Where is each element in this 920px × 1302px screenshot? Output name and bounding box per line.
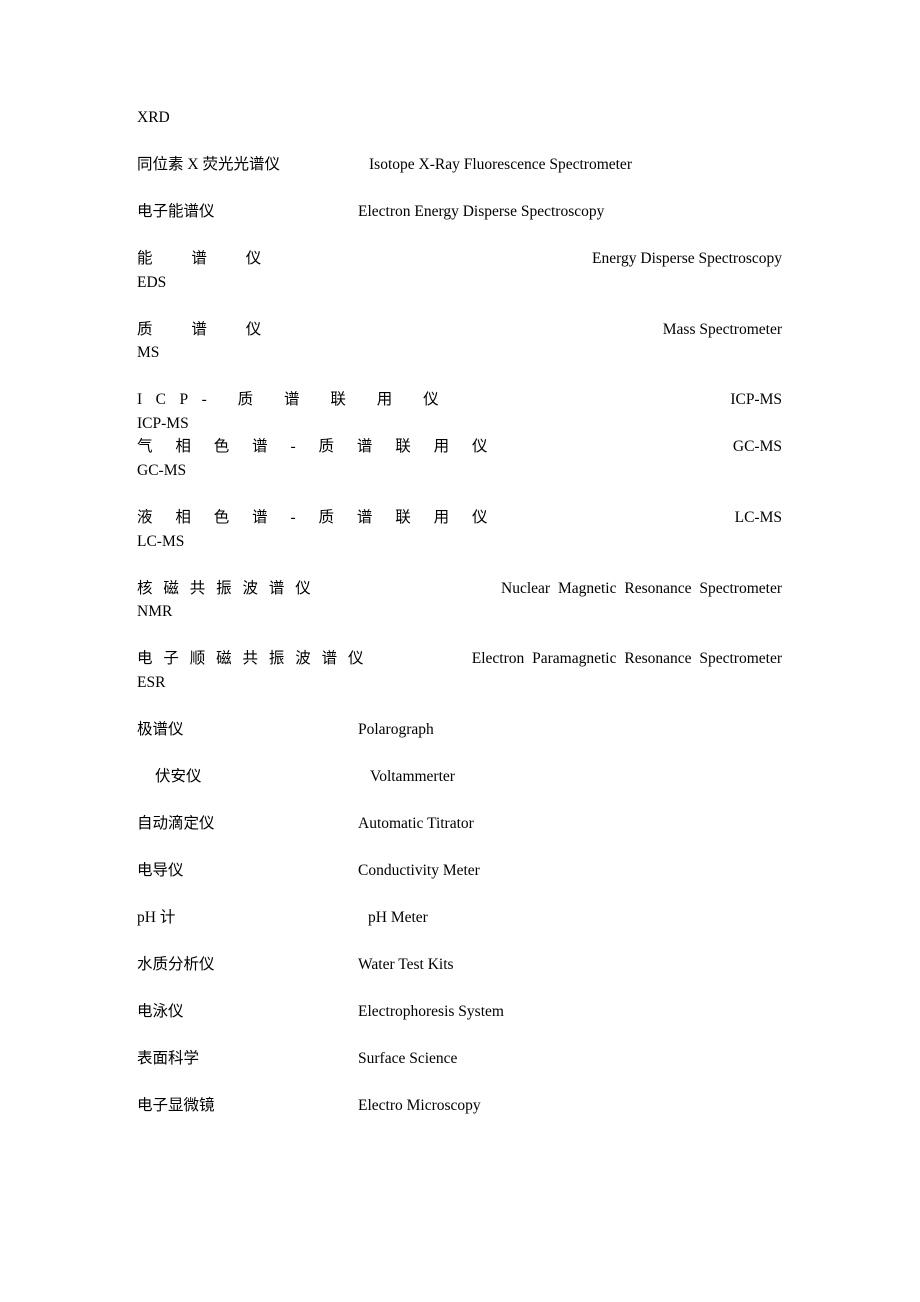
entry-esr: 电 子 顺 磁 共 振 波 谱 仪 Electron Paramagnetic …	[137, 647, 782, 694]
entry-xrf: 同位素 X 荧光光谱仪 Isotope X-Ray Fluorescence Sp…	[137, 153, 782, 177]
entry-conductivity: 电导仪 Conductivity Meter	[137, 859, 782, 883]
entry-titrator: 自动滴定仪 Automatic Titrator	[137, 812, 782, 836]
document-page: XRD 同位素 X 荧光光谱仪 Isotope X-Ray Fluorescenc…	[0, 0, 920, 1302]
entry-ms: 质 谱 仪 Mass Spectrometer MS	[137, 318, 782, 365]
entry-lc-ms: 液 相 色 谱 - 质 谱 联 用 仪 LC-MS LC-MS	[137, 506, 782, 553]
entry-ph-meter: pH 计 pH Meter	[137, 906, 782, 930]
entry-term-en: ICP-MS	[730, 391, 782, 409]
entry-eds: 能 谱 仪 Energy Disperse Spectroscopy EDS	[137, 247, 782, 294]
entry-term-zh: 极谱仪	[137, 720, 184, 738]
entry-term-en: Nuclear Magnetic Resonance Spectrometer	[501, 579, 782, 597]
entry-abbreviation: ICP-MS	[137, 414, 189, 432]
entry-term-en: GC-MS	[732, 438, 782, 456]
entry-term-en: Electrophoresis System	[358, 1003, 504, 1021]
entry-term-en: Electron Paramagnetic Resonance Spectrom…	[471, 650, 782, 668]
entry-justified-line: 质 谱 仪 Mass Spectrometer	[137, 318, 782, 342]
entry-term-en: Isotope X-Ray Fluorescence Spectrometer	[369, 156, 632, 174]
entry-term-zh: 质 谱 仪	[137, 320, 279, 338]
entry-polarograph: 极谱仪 Polarograph	[137, 718, 782, 742]
entry-term-zh: pH 计	[137, 908, 176, 926]
entry-term-zh: 同位素 X 荧光光谱仪	[137, 156, 280, 174]
entry-justified-line: 能 谱 仪 Energy Disperse Spectroscopy	[137, 247, 782, 271]
entry-term-en: Energy Disperse Spectroscopy	[592, 250, 782, 268]
entry-term-zh: 电泳仪	[137, 1003, 184, 1021]
entry-term-zh: ICP- 质 谱 联 用 仪	[137, 391, 453, 409]
entry-abbreviation: EDS	[137, 273, 167, 291]
entry-term-en: Voltammerter	[370, 767, 455, 785]
entry-gc-ms: 气 相 色 谱 - 质 谱 联 用 仪 GC-MS GC-MS	[137, 435, 782, 482]
entry-term-en: Electron Energy Disperse Spectroscopy	[358, 203, 605, 221]
entry-surface-science: 表面科学 Surface Science	[137, 1047, 782, 1071]
entry-term-en: Polarograph	[358, 720, 434, 738]
entry-term-zh: 电导仪	[137, 861, 184, 879]
entry-justified-line: 气 相 色 谱 - 质 谱 联 用 仪 GC-MS	[137, 435, 782, 459]
entry-water-test: 水质分析仪 Water Test Kits	[137, 953, 782, 977]
entry-electro-microscopy: 电子显微镜 Electro Microscopy	[137, 1094, 782, 1118]
entry-term-en: pH Meter	[368, 908, 428, 926]
entry-term-zh: 能 谱 仪	[137, 250, 279, 268]
entry-abbreviation: MS	[137, 344, 160, 362]
entry-nmr: 核 磁 共 振 波 谱 仪 Nuclear Magnetic Resonance…	[137, 577, 782, 624]
entry-term-zh: 表面科学	[137, 1050, 200, 1068]
entry-term-en: Conductivity Meter	[358, 861, 480, 879]
entry-abbreviation: NMR	[137, 603, 173, 621]
entry-term-en: Water Test Kits	[358, 956, 454, 974]
entry-term-zh: 水质分析仪	[137, 956, 215, 974]
entry-electrophoresis: 电泳仪 Electrophoresis System	[137, 1000, 782, 1024]
entry-abbreviation: LC-MS	[137, 532, 185, 550]
entry-term-zh: 电子能谱仪	[137, 203, 215, 221]
entry-abbreviation: GC-MS	[137, 461, 187, 479]
entry-term-zh: 自动滴定仪	[137, 814, 215, 832]
entry-term-en: Mass Spectrometer	[662, 320, 782, 338]
entry-abbreviation: ESR	[137, 673, 166, 691]
entry-term-zh: 核 磁 共 振 波 谱 仪	[137, 579, 315, 597]
entry-term-zh: 气 相 色 谱 - 质 谱 联 用 仪	[137, 438, 498, 456]
entry-justified-line: 液 相 色 谱 - 质 谱 联 用 仪 LC-MS	[137, 506, 782, 530]
entry-term-en: Surface Science	[358, 1050, 458, 1068]
entry-term-en: Automatic Titrator	[358, 814, 474, 832]
entry-term-en: Electro Microscopy	[358, 1097, 481, 1115]
entry-eeds: 电子能谱仪 Electron Energy Disperse Spectrosco…	[137, 200, 782, 224]
entry-term-zh: 液 相 色 谱 - 质 谱 联 用 仪	[137, 509, 498, 527]
entry-term-zh: 电 子 顺 磁 共 振 波 谱 仪	[137, 650, 368, 668]
entry-term-zh: XRD	[137, 109, 170, 126]
entry-voltammeter: 伏安仪 Voltammerter	[137, 765, 782, 789]
entry-term-en: LC-MS	[734, 509, 782, 527]
glossary-list: XRD 同位素 X 荧光光谱仪 Isotope X-Ray Fluorescenc…	[137, 106, 782, 1141]
entry-xrd: XRD	[137, 106, 782, 130]
entry-term-zh: 伏安仪	[155, 767, 202, 785]
entry-term-zh: 电子显微镜	[137, 1097, 215, 1115]
entry-justified-line: 电 子 顺 磁 共 振 波 谱 仪 Electron Paramagnetic …	[137, 647, 782, 671]
entry-justified-line: 核 磁 共 振 波 谱 仪 Nuclear Magnetic Resonance…	[137, 577, 782, 601]
entry-justified-line: ICP- 质 谱 联 用 仪 ICP-MS	[137, 388, 782, 412]
entry-icp-ms: ICP- 质 谱 联 用 仪 ICP-MS ICP-MS	[137, 388, 782, 435]
